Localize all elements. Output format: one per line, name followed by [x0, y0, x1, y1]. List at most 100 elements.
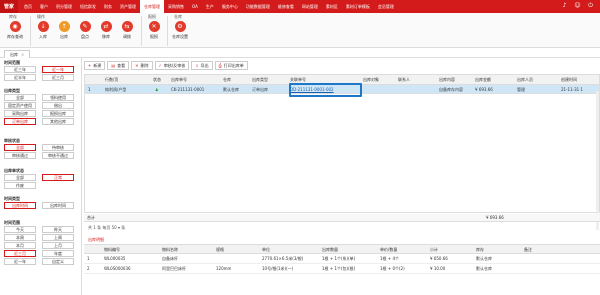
- vertical-scrollbar[interactable]: [596, 91, 599, 230]
- column-header[interactable]: 物料名称: [162, 245, 178, 254]
- inbound-button[interactable]: ↓ 入库: [32, 21, 54, 40]
- column-header[interactable]: 状态: [153, 75, 161, 84]
- nav-item[interactable]: 短信群发: [76, 0, 100, 13]
- column-header[interactable]: 出库内容: [439, 75, 455, 84]
- move-stock-icon: ⇄: [100, 21, 112, 32]
- loss-report-button[interactable]: ✕ 报损: [143, 21, 165, 40]
- nav-item[interactable]: 维修查看: [274, 0, 298, 13]
- column-header[interactable]: 小计: [430, 245, 438, 254]
- nav-item[interactable]: 客户: [36, 0, 52, 13]
- filter-option[interactable]: 本月: [4, 242, 36, 249]
- filter-option[interactable]: 报损出库: [42, 110, 74, 117]
- filter-option[interactable]: 待审核: [42, 144, 74, 151]
- delete-button[interactable]: ✕ 删除: [131, 61, 153, 70]
- filter-option[interactable]: 订单出库: [4, 118, 36, 125]
- column-header[interactable]: 出库数量: [322, 245, 338, 254]
- nav-item[interactable]: OA: [188, 0, 202, 13]
- filter-option[interactable]: 全部: [4, 94, 36, 101]
- column-header[interactable]: 出库人员: [517, 75, 533, 84]
- export-button[interactable]: ⇩ 导出: [191, 61, 213, 70]
- user-icon[interactable]: ☺: [574, 2, 581, 9]
- filter-option[interactable]: 全部: [4, 174, 36, 181]
- filter-option[interactable]: 近半年: [4, 74, 36, 81]
- filter-option[interactable]: 上月: [42, 242, 74, 249]
- inventory-check-button[interactable]: ✎ 盘点: [74, 21, 96, 40]
- filter-option[interactable]: 近三月: [42, 74, 74, 81]
- new-button[interactable]: + 新建: [84, 61, 106, 70]
- column-header[interactable]: 库存: [476, 245, 484, 254]
- filter-option[interactable]: 正常: [42, 174, 74, 181]
- table-cell: 阿里巴巴床杆: [162, 266, 186, 271]
- stock-query-button[interactable]: ◉ 库存查询: [4, 21, 26, 40]
- filter-option[interactable]: 年度: [42, 250, 74, 257]
- filter-option[interactable]: 固定资产使用: [4, 102, 36, 109]
- close-icon[interactable]: ×: [21, 52, 24, 57]
- filter-option[interactable]: 其他出库: [42, 118, 74, 125]
- bell-icon[interactable]: ♪: [561, 2, 568, 9]
- inventory-check-icon: ✎: [79, 21, 91, 32]
- column-header[interactable]: 规格: [216, 245, 224, 254]
- app-logo[interactable]: 管家: [0, 0, 18, 13]
- pager-text[interactable]: 共 1 条 每页 50 ▾ 条: [88, 225, 125, 230]
- audit-button[interactable]: ✓ 审核/反审核: [154, 61, 190, 70]
- filter-option[interactable]: 本周: [4, 234, 36, 241]
- filter-option[interactable]: 昨天: [42, 226, 74, 233]
- column-header[interactable]: 出库对象: [363, 75, 379, 84]
- nav-item[interactable]: 采购销售: [164, 0, 188, 13]
- filter-option[interactable]: 作废: [4, 182, 36, 189]
- tab-outbound[interactable]: 出库 ×: [4, 50, 31, 58]
- column-header[interactable]: 出库类型: [252, 75, 268, 84]
- filter-option[interactable]: 审核通过: [4, 152, 36, 159]
- table-row[interactable]: 2 WL0S000036 阿里巴巴床杆 120mm 10号/根(1米)(一) 1根 + 1…: [84, 264, 600, 274]
- filter-option[interactable]: 近三月: [4, 250, 36, 257]
- filter-option[interactable]: 出库时间: [4, 202, 36, 209]
- nav-item[interactable]: 功能数据管理: [242, 0, 274, 13]
- column-header[interactable]: 仓库: [223, 75, 231, 84]
- filter-option[interactable]: 上周: [42, 234, 74, 241]
- filter-option[interactable]: 出库时间: [42, 202, 74, 209]
- column-header[interactable]: 出库单号: [171, 75, 187, 84]
- filter-option[interactable]: 领料使用: [42, 94, 74, 101]
- column-header[interactable]: 出库金额: [475, 75, 491, 84]
- ribbon-divider: [167, 16, 168, 46]
- filter-option[interactable]: 近一年: [42, 66, 74, 73]
- nav-item[interactable]: 服务中心: [218, 0, 242, 13]
- view-button[interactable]: ▤ 查看: [107, 61, 130, 70]
- warehouse-settings-button[interactable]: ⚙ 仓库设置: [169, 21, 191, 40]
- move-stock-button[interactable]: ⇄ 移库: [95, 21, 117, 40]
- filter-option[interactable]: 自定义: [42, 258, 74, 265]
- filter-option[interactable]: 审核不通过: [42, 152, 74, 159]
- print-button[interactable]: ⎙ 打印出库单: [214, 61, 248, 70]
- transfer-button[interactable]: ⇆ 调拨: [116, 21, 138, 40]
- delete-icon: ✕: [135, 63, 139, 68]
- column-header[interactable]: 创建时间: [561, 75, 577, 84]
- column-header[interactable]: 物料编号: [104, 245, 120, 254]
- column-header[interactable]: 行数/页: [105, 75, 118, 84]
- button-label: 盘点: [81, 34, 89, 39]
- nav-item[interactable]: 资产管理: [116, 0, 140, 13]
- nav-item[interactable]: 积分管理: [52, 0, 76, 13]
- column-header[interactable]: 单价/数量: [380, 245, 397, 254]
- nav-item[interactable]: 会员管理: [374, 0, 398, 13]
- nav-item[interactable]: 网站管理: [298, 0, 322, 13]
- nav-item[interactable]: 仓库管理: [140, 0, 164, 13]
- outbound-button[interactable]: ↑ 出库: [53, 21, 75, 40]
- filter-option[interactable]: 近一年: [4, 258, 36, 265]
- nav-item[interactable]: 生产: [202, 0, 218, 13]
- nav-item[interactable]: 素材区: [322, 0, 342, 13]
- filter-option[interactable]: 近三年: [4, 66, 36, 73]
- filter-option[interactable]: 采购出库: [4, 110, 36, 117]
- table-row[interactable]: 1 WL000035 自备床杆 2770.61×6.5米(3/根) 1根 + 1个(系)…: [84, 254, 600, 264]
- inbound-icon: ↓: [37, 21, 49, 32]
- filter-option[interactable]: 全部: [4, 144, 36, 151]
- logout-icon[interactable]: ⏻: [587, 2, 594, 9]
- nav-item[interactable]: 素材订单模板: [342, 0, 374, 13]
- column-header[interactable]: 备注: [524, 245, 532, 254]
- filter-option[interactable]: 借出: [42, 102, 74, 109]
- filter-option[interactable]: 今天: [4, 226, 36, 233]
- column-header[interactable]: 联系人: [398, 75, 410, 84]
- nav-item[interactable]: 财务: [100, 0, 116, 13]
- nav-item[interactable]: 首页: [20, 0, 36, 13]
- button-label: 导出: [200, 63, 209, 68]
- column-header[interactable]: 单位: [262, 245, 270, 254]
